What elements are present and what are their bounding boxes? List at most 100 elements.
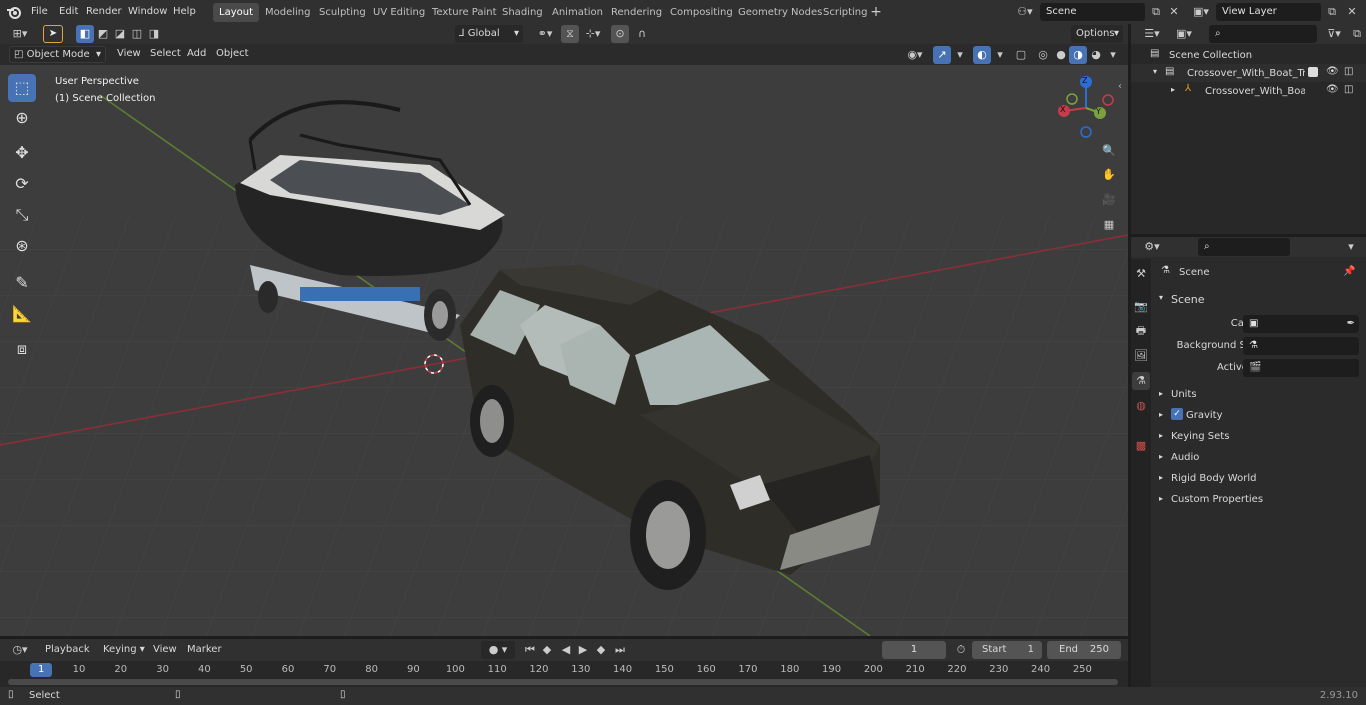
stopwatch-icon[interactable]: ⏱ bbox=[952, 641, 970, 659]
menu-render[interactable]: Render bbox=[80, 0, 128, 24]
select-mode-extend-icon[interactable]: ◩ bbox=[94, 25, 112, 43]
editor-type-icon[interactable]: ☰▾ bbox=[1139, 25, 1165, 43]
select-mode-invert-icon[interactable]: ◫ bbox=[128, 25, 146, 43]
delete-scene-icon[interactable]: ✕ bbox=[1165, 3, 1183, 21]
select-mode-subtract-icon[interactable]: ◪ bbox=[111, 25, 129, 43]
rotate-tool-icon[interactable]: ⟳ bbox=[8, 170, 36, 198]
section-units[interactable]: ▸ Units bbox=[1153, 386, 1363, 404]
menu-file[interactable]: File bbox=[25, 0, 54, 24]
camera-render-icon[interactable]: ◫ bbox=[1344, 66, 1353, 77]
3d-viewport[interactable]: User Perspective (1) Scene Collection ⬚ … bbox=[0, 65, 1128, 636]
proportional-edit-icon[interactable]: ⊙ bbox=[611, 25, 629, 43]
keying-menu[interactable]: Keying ▾ bbox=[98, 641, 146, 659]
outliner-row-object[interactable]: ▸ ⅄ Crossover_With_Boat_Tr 👁 ◫ bbox=[1131, 82, 1366, 100]
display-mode-icon[interactable]: ▣▾ bbox=[1171, 25, 1197, 43]
options-dropdown[interactable]: Options ▾ bbox=[1071, 25, 1123, 43]
play-icon[interactable]: ▶ bbox=[574, 641, 592, 659]
measure-tool-icon[interactable]: 📐 bbox=[8, 300, 36, 328]
scene-panel-header[interactable]: ▾ Scene bbox=[1153, 290, 1363, 308]
world-tab-icon[interactable]: ◍ bbox=[1132, 397, 1150, 415]
move-tool-icon[interactable]: ✥ bbox=[8, 139, 36, 167]
wireframe-shading-icon[interactable]: ◎ bbox=[1034, 46, 1052, 64]
mode-dropdown[interactable]: ◰ Object Mode ▾ bbox=[9, 46, 106, 63]
pin-icon[interactable]: 📌 bbox=[1343, 266, 1355, 277]
rendered-shading-icon[interactable]: ◕ bbox=[1087, 46, 1105, 64]
eye-icon[interactable]: 👁 bbox=[1326, 66, 1339, 77]
new-scene-icon[interactable]: ⧉ bbox=[1147, 3, 1165, 21]
gizmo-toggle-icon[interactable]: ↗ bbox=[933, 46, 951, 64]
snap-target-icon[interactable]: ⊹▾ bbox=[580, 25, 606, 43]
start-frame-field[interactable]: Start 1 bbox=[972, 641, 1042, 659]
scale-tool-icon[interactable]: ⤡ bbox=[8, 201, 36, 229]
view-layer-tab-icon[interactable]: 🖼 bbox=[1132, 347, 1150, 365]
navigation-gizmo[interactable]: Z X Y bbox=[1053, 73, 1119, 141]
prev-keyframe-icon[interactable]: ◆ bbox=[538, 641, 556, 659]
overlay-dropdown-icon[interactable]: ▾ bbox=[991, 46, 1009, 64]
scene-browse-icon[interactable]: ⚇▾ bbox=[1013, 3, 1037, 21]
sidebar-toggle-icon[interactable]: ‹ bbox=[1118, 81, 1122, 92]
pivot-point-icon[interactable]: ⚭▾ bbox=[532, 25, 558, 43]
gizmo-dropdown-icon[interactable]: ▾ bbox=[951, 46, 969, 64]
timeline-marker-menu[interactable]: Marker bbox=[187, 644, 222, 655]
menu-window[interactable]: Window bbox=[122, 0, 173, 24]
select-mode-new-icon[interactable]: ◧ bbox=[76, 25, 94, 43]
eye-icon[interactable]: 👁 bbox=[1326, 84, 1339, 95]
clock-editor-icon[interactable]: ◷▾ bbox=[7, 641, 33, 659]
tab-layout[interactable]: Layout bbox=[213, 3, 259, 22]
background-scene-field[interactable]: ⚗ bbox=[1243, 337, 1359, 355]
solid-shading-icon[interactable]: ● bbox=[1052, 46, 1070, 64]
next-keyframe-icon[interactable]: ◆ bbox=[592, 641, 610, 659]
jump-start-icon[interactable]: ⏮ bbox=[521, 641, 539, 659]
render-tab-icon[interactable]: 📷 bbox=[1132, 298, 1150, 316]
visibility-filter-icon[interactable]: ◉▾ bbox=[902, 46, 928, 64]
properties-search[interactable]: ⌕ bbox=[1198, 238, 1290, 256]
view-layer-browse-icon[interactable]: ▣▾ bbox=[1189, 3, 1213, 21]
tab-shading[interactable]: Shading bbox=[496, 3, 549, 22]
tab-scripting[interactable]: Scripting bbox=[817, 3, 873, 22]
tool-tab-icon[interactable]: ⚒ bbox=[1132, 265, 1150, 283]
record-button[interactable]: ● ▾ bbox=[481, 641, 515, 659]
cursor-tool-icon[interactable]: ⊕ bbox=[8, 104, 36, 132]
jump-end-icon[interactable]: ⏭ bbox=[611, 641, 629, 659]
blender-logo-icon[interactable] bbox=[6, 4, 22, 20]
menu-select[interactable]: Select bbox=[150, 48, 181, 59]
select-mode-intersect-icon[interactable]: ◨ bbox=[145, 25, 163, 43]
tab-sculpting[interactable]: Sculpting bbox=[313, 3, 372, 22]
current-frame-field[interactable]: 1 bbox=[882, 641, 946, 659]
eyedropper-icon[interactable]: ✒ bbox=[1347, 315, 1355, 333]
select-tool-icon[interactable]: ➤ bbox=[43, 25, 63, 43]
timeline-area[interactable]: 1 10 20 30 40 50 60 70 80 90 100 110 120 130 140 150 160… bbox=[0, 661, 1128, 687]
section-custom-properties[interactable]: ▸ Custom Properties bbox=[1153, 491, 1363, 509]
playback-menu[interactable]: Playback ▾ bbox=[40, 641, 96, 673]
end-frame-field[interactable]: End 250 bbox=[1047, 641, 1121, 659]
output-tab-icon[interactable]: 🖶 bbox=[1132, 322, 1150, 340]
filter-icon[interactable]: ⊽▾ bbox=[1321, 25, 1347, 43]
view-layer-field[interactable]: View Layer bbox=[1216, 3, 1321, 21]
exclude-checkbox[interactable] bbox=[1308, 67, 1318, 77]
menu-view[interactable]: View bbox=[117, 48, 141, 59]
section-rigid-body-world[interactable]: ▸ Rigid Body World bbox=[1153, 470, 1363, 488]
pan-hand-icon[interactable]: ✋ bbox=[1099, 166, 1119, 186]
proportional-falloff-icon[interactable]: ∩ bbox=[629, 25, 655, 43]
snap-toggle-icon[interactable]: ⧖ bbox=[561, 25, 579, 43]
tab-modeling[interactable]: Modeling bbox=[259, 3, 317, 22]
camera-render-icon[interactable]: ◫ bbox=[1344, 84, 1353, 95]
scene-name-field[interactable]: Scene bbox=[1040, 3, 1145, 21]
play-reverse-icon[interactable]: ◀ bbox=[557, 641, 575, 659]
new-view-layer-icon[interactable]: ⧉ bbox=[1323, 3, 1341, 21]
tab-compositing[interactable]: Compositing bbox=[664, 3, 739, 22]
menu-add[interactable]: Add bbox=[187, 48, 206, 59]
zoom-icon[interactable]: 🔍 bbox=[1099, 142, 1119, 162]
menu-help[interactable]: Help bbox=[167, 0, 202, 24]
scene-tab-icon[interactable]: ⚗ bbox=[1132, 372, 1150, 390]
expand-icon[interactable]: ▸ bbox=[1171, 85, 1175, 94]
expand-icon[interactable]: ▾ bbox=[1153, 67, 1157, 76]
timeline-scrollbar[interactable] bbox=[8, 679, 1118, 685]
section-audio[interactable]: ▸ Audio bbox=[1153, 449, 1363, 467]
tab-rendering[interactable]: Rendering bbox=[605, 3, 668, 22]
add-workspace-button[interactable]: + bbox=[867, 3, 885, 21]
new-collection-icon[interactable]: ⧉ bbox=[1348, 25, 1366, 43]
section-keying-sets[interactable]: ▸ Keying Sets bbox=[1153, 428, 1363, 446]
outliner-row-scene-collection[interactable]: ▤ Scene Collection bbox=[1131, 46, 1366, 64]
transform-orientation-dropdown[interactable]: ⅃ Global ▾ bbox=[455, 25, 523, 43]
